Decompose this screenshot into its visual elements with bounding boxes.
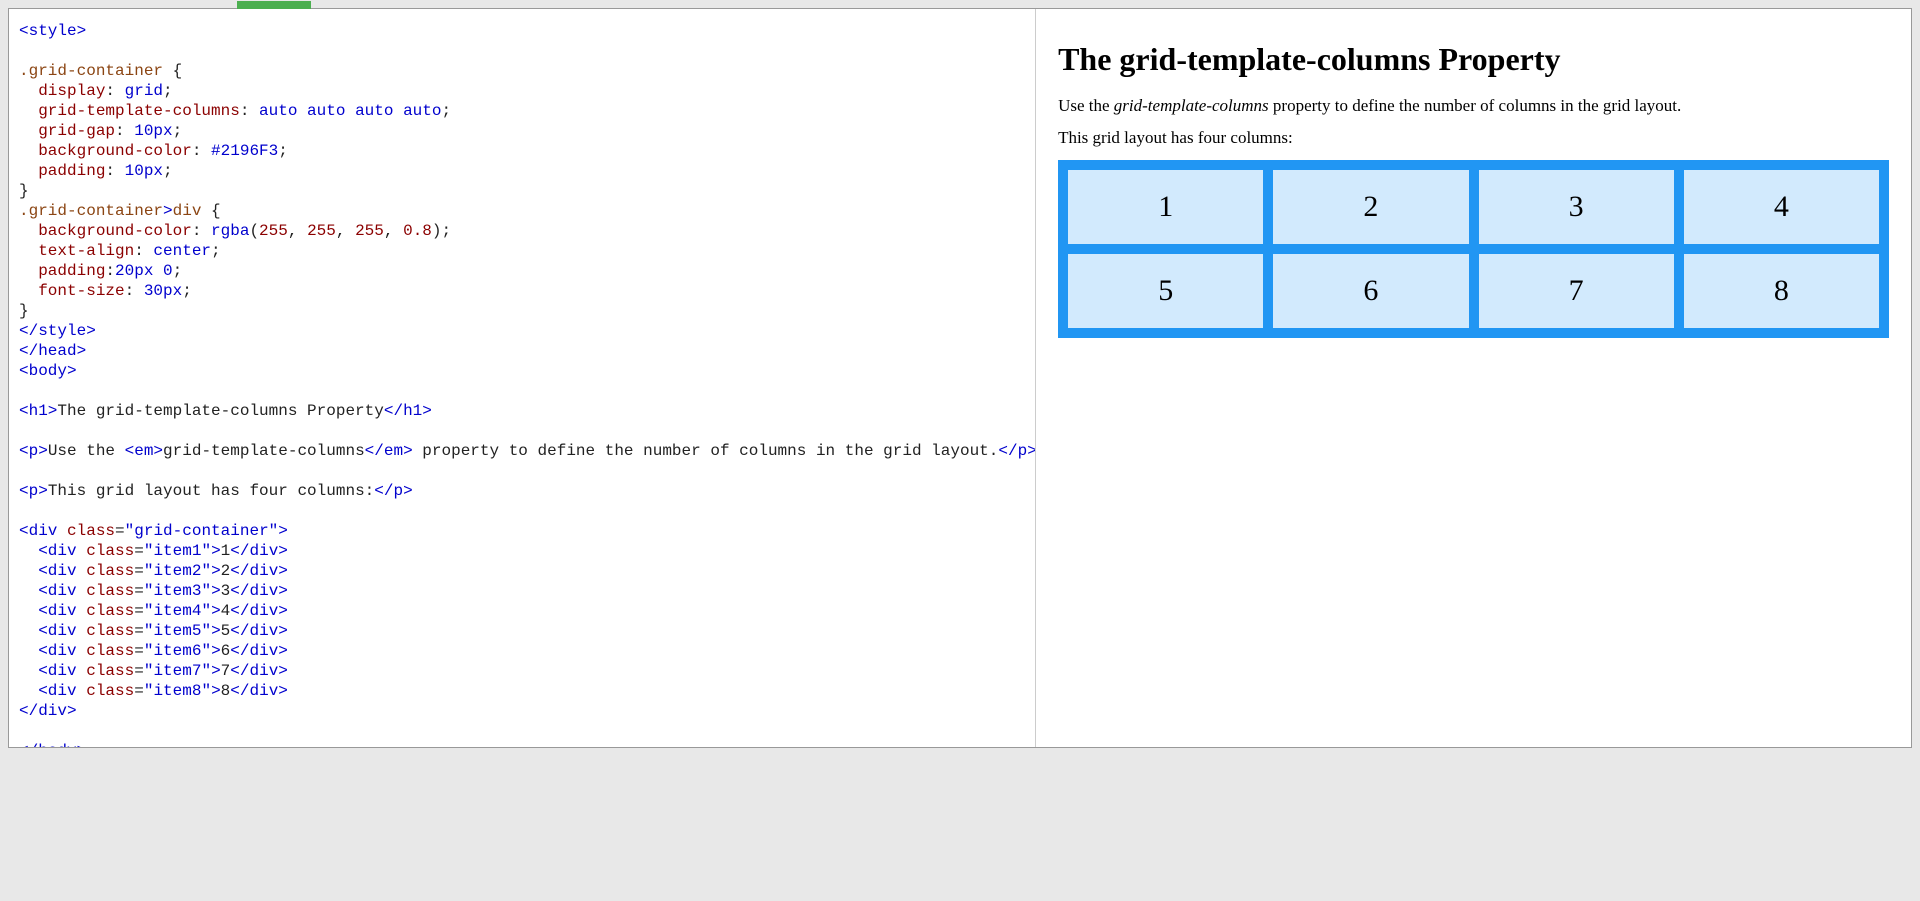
code-editor-pane: <style> .grid-container { display: grid;…: [9, 9, 1036, 747]
preview-heading: The grid-template-columns Property: [1058, 41, 1889, 78]
grid-cell-6: 6: [1273, 254, 1468, 328]
editor-shell: <style> .grid-container { display: grid;…: [8, 8, 1912, 748]
text: Use the: [1058, 96, 1114, 115]
preview-pane: The grid-template-columns Property Use t…: [1036, 9, 1911, 747]
code-editor[interactable]: <style> .grid-container { display: grid;…: [9, 9, 1035, 747]
grid-cell-5: 5: [1068, 254, 1263, 328]
grid-cell-3: 3: [1479, 170, 1674, 244]
preview-paragraph-1: Use the grid-template-columns property t…: [1058, 96, 1889, 116]
source-code[interactable]: <style> .grid-container { display: grid;…: [19, 21, 1027, 747]
grid-container: 1234 5678: [1058, 160, 1889, 338]
grid-cell-8: 8: [1684, 254, 1879, 328]
grid-cell-1: 1: [1068, 170, 1263, 244]
preview-paragraph-2: This grid layout has four columns:: [1058, 128, 1889, 148]
emphasis: grid-template-columns: [1114, 96, 1269, 115]
grid-cell-2: 2: [1273, 170, 1468, 244]
grid-cell-7: 7: [1479, 254, 1674, 328]
text: property to define the number of columns…: [1269, 96, 1682, 115]
active-tab-indicator: [237, 1, 311, 9]
grid-cell-4: 4: [1684, 170, 1879, 244]
